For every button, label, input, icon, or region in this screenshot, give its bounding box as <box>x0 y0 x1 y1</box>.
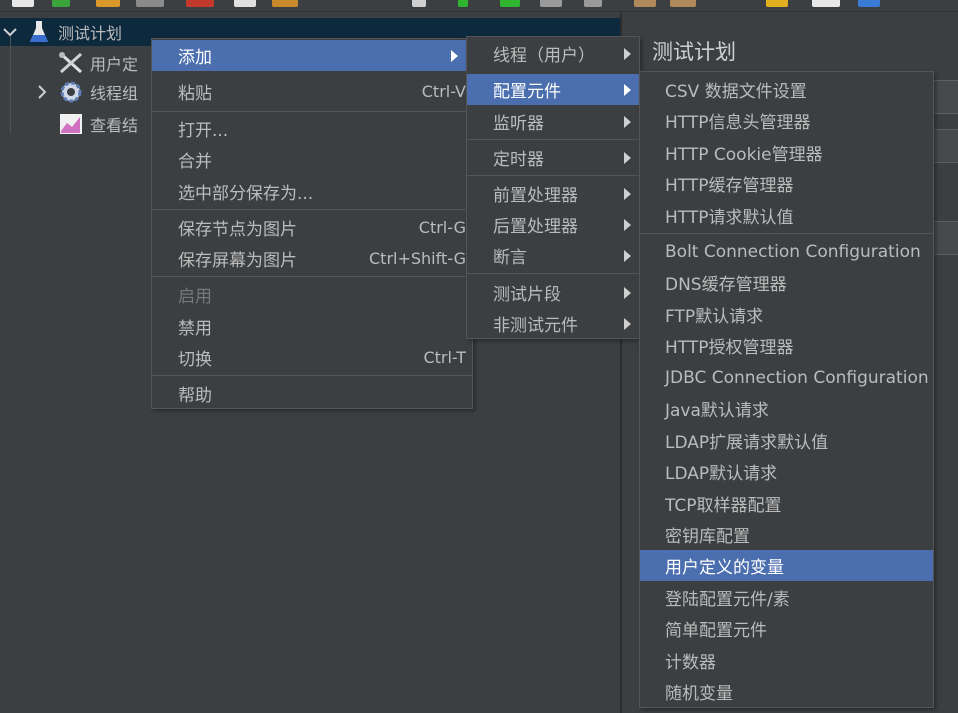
gear-icon <box>58 80 84 104</box>
config-item-http-cookie-manager[interactable]: HTTP Cookie管理器 <box>640 137 933 168</box>
help-icon[interactable] <box>858 0 880 7</box>
tree-node-label: 测试计划 <box>58 24 123 43</box>
config-item-simple-config[interactable]: 简单配置元件 <box>640 613 933 644</box>
submenu-arrow-icon <box>451 49 458 62</box>
menu-separator <box>152 276 472 277</box>
graph-icon <box>58 112 84 136</box>
context-menu: 添加 粘贴 Ctrl-V 打开... 合并 选中部分保存为... 保存节点为图片… <box>151 38 473 409</box>
stop-icon[interactable] <box>540 0 562 7</box>
variables-table-header <box>930 221 958 255</box>
config-item-random-variable[interactable]: 随机变量 <box>640 676 933 707</box>
chevron-right-icon[interactable] <box>34 84 50 100</box>
search-icon[interactable] <box>766 0 788 7</box>
submenu-arrow-icon <box>624 286 631 299</box>
menu-item-toggle[interactable]: 切换 Ctrl-T <box>152 342 472 373</box>
menu-item-disable[interactable]: 禁用 <box>152 311 472 342</box>
config-item-login-config[interactable]: 登陆配置元件/素 <box>640 582 933 613</box>
config-item-tcp-sampler-config[interactable]: TCP取样器配置 <box>640 488 933 519</box>
clear-all-icon[interactable] <box>670 0 696 7</box>
tree-guide-line <box>10 36 11 134</box>
submenu-arrow-icon <box>624 47 631 60</box>
tree-node-test-plan[interactable]: 测试计划 <box>2 20 122 44</box>
menu-item-help[interactable]: 帮助 <box>152 378 472 409</box>
config-item-http-request-defaults[interactable]: HTTP请求默认值 <box>640 200 933 231</box>
toolbar <box>0 0 958 12</box>
tree-node-user-defined[interactable]: 用户定 <box>58 51 138 75</box>
submenu-item-post-processor[interactable]: 后置处理器 <box>467 209 639 240</box>
submenu-item-timer[interactable]: 定时器 <box>467 142 639 173</box>
chevron-down-icon[interactable] <box>2 24 18 40</box>
menu-item-save-screen-as-image[interactable]: 保存屏幕为图片 Ctrl+Shift-G <box>152 243 472 274</box>
config-item-http-header-manager[interactable]: HTTP信息头管理器 <box>640 105 933 136</box>
open-icon[interactable] <box>96 0 120 7</box>
config-item-ldap-defaults[interactable]: LDAP默认请求 <box>640 456 933 487</box>
config-item-java-defaults[interactable]: Java默认请求 <box>640 393 933 424</box>
submenu-arrow-icon <box>624 187 631 200</box>
menu-separator <box>467 175 639 176</box>
menu-item-save-selection-as[interactable]: 选中部分保存为... <box>152 176 472 207</box>
submenu-item-pre-processor[interactable]: 前置处理器 <box>467 178 639 209</box>
config-item-ldap-extended-defaults[interactable]: LDAP扩展请求默认值 <box>640 425 933 456</box>
submenu-arrow-icon <box>624 151 631 164</box>
submenu-item-threads[interactable]: 线程（用户） <box>467 38 639 69</box>
submenu-item-non-test-elements[interactable]: 非测试元件 <box>467 308 639 339</box>
config-item-bolt-connection[interactable]: Bolt Connection Configuration <box>640 236 933 267</box>
submenu-arrow-icon <box>624 83 631 96</box>
submenu-arrow-icon <box>624 218 631 231</box>
config-item-keystore-config[interactable]: 密钥库配置 <box>640 519 933 550</box>
config-element-submenu: CSV 数据文件设置 HTTP信息头管理器 HTTP Cookie管理器 HTT… <box>639 71 934 708</box>
add-submenu: 线程（用户） 配置元件 监听器 定时器 前置处理器 后置处理器 断言 测试片段 … <box>466 36 640 339</box>
config-item-ftp-defaults[interactable]: FTP默认请求 <box>640 299 933 330</box>
tree-node-label: 用户定 <box>90 55 139 74</box>
submenu-arrow-icon <box>624 249 631 262</box>
menu-separator <box>152 209 472 210</box>
config-item-user-defined-variables[interactable]: 用户定义的变量 <box>640 550 933 581</box>
config-item-csv-data-set[interactable]: CSV 数据文件设置 <box>640 74 933 105</box>
submenu-item-config-element[interactable]: 配置元件 <box>467 74 639 105</box>
menu-item-paste[interactable]: 粘贴 Ctrl-V <box>152 76 472 107</box>
clear-icon[interactable] <box>634 0 656 7</box>
submenu-item-assertion[interactable]: 断言 <box>467 240 639 271</box>
config-item-http-cache-manager[interactable]: HTTP缓存管理器 <box>640 168 933 199</box>
copy-icon[interactable] <box>234 0 256 7</box>
menu-item-open[interactable]: 打开... <box>152 113 472 144</box>
menu-item-add[interactable]: 添加 <box>152 40 472 71</box>
submenu-arrow-icon <box>624 317 631 330</box>
panel-title: 测试计划 <box>652 40 736 64</box>
config-item-http-auth-manager[interactable]: HTTP授权管理器 <box>640 330 933 361</box>
menu-item-merge[interactable]: 合并 <box>152 144 472 175</box>
tree-node-view-results[interactable]: 查看结 <box>58 112 138 136</box>
tree-node-label: 查看结 <box>90 116 139 135</box>
save-icon[interactable] <box>136 0 164 7</box>
function-helper-icon[interactable] <box>812 0 840 7</box>
menu-item-save-node-as-image[interactable]: 保存节点为图片 Ctrl-G <box>152 212 472 243</box>
menu-separator <box>152 111 472 112</box>
config-item-counter[interactable]: 计数器 <box>640 645 933 676</box>
tree-node-thread-group[interactable]: 线程组 <box>34 80 138 104</box>
start-icon[interactable] <box>458 0 468 7</box>
submenu-item-test-fragment[interactable]: 测试片段 <box>467 277 639 308</box>
menu-separator <box>152 375 472 376</box>
test-plan-flask-icon <box>26 20 52 44</box>
submenu-arrow-icon <box>624 115 631 128</box>
tree-node-label: 线程组 <box>90 84 139 103</box>
cut-icon[interactable] <box>186 0 214 7</box>
menu-separator <box>467 273 639 274</box>
shutdown-icon[interactable] <box>584 0 602 7</box>
tools-icon <box>58 51 84 75</box>
expand-icon[interactable] <box>412 0 426 7</box>
paste-icon[interactable] <box>272 0 298 7</box>
menu-item-enable: 启用 <box>178 287 212 307</box>
new-icon[interactable] <box>12 0 34 7</box>
name-field[interactable] <box>930 80 958 114</box>
config-item-dns-cache-manager[interactable]: DNS缓存管理器 <box>640 267 933 298</box>
menu-separator <box>640 233 933 234</box>
menu-separator <box>467 139 639 140</box>
start-no-pause-icon[interactable] <box>500 0 520 7</box>
submenu-item-listener[interactable]: 监听器 <box>467 106 639 137</box>
config-item-jdbc-connection[interactable]: JDBC Connection Configuration <box>640 362 933 393</box>
templates-icon[interactable] <box>52 0 70 7</box>
comments-field[interactable] <box>930 129 958 163</box>
